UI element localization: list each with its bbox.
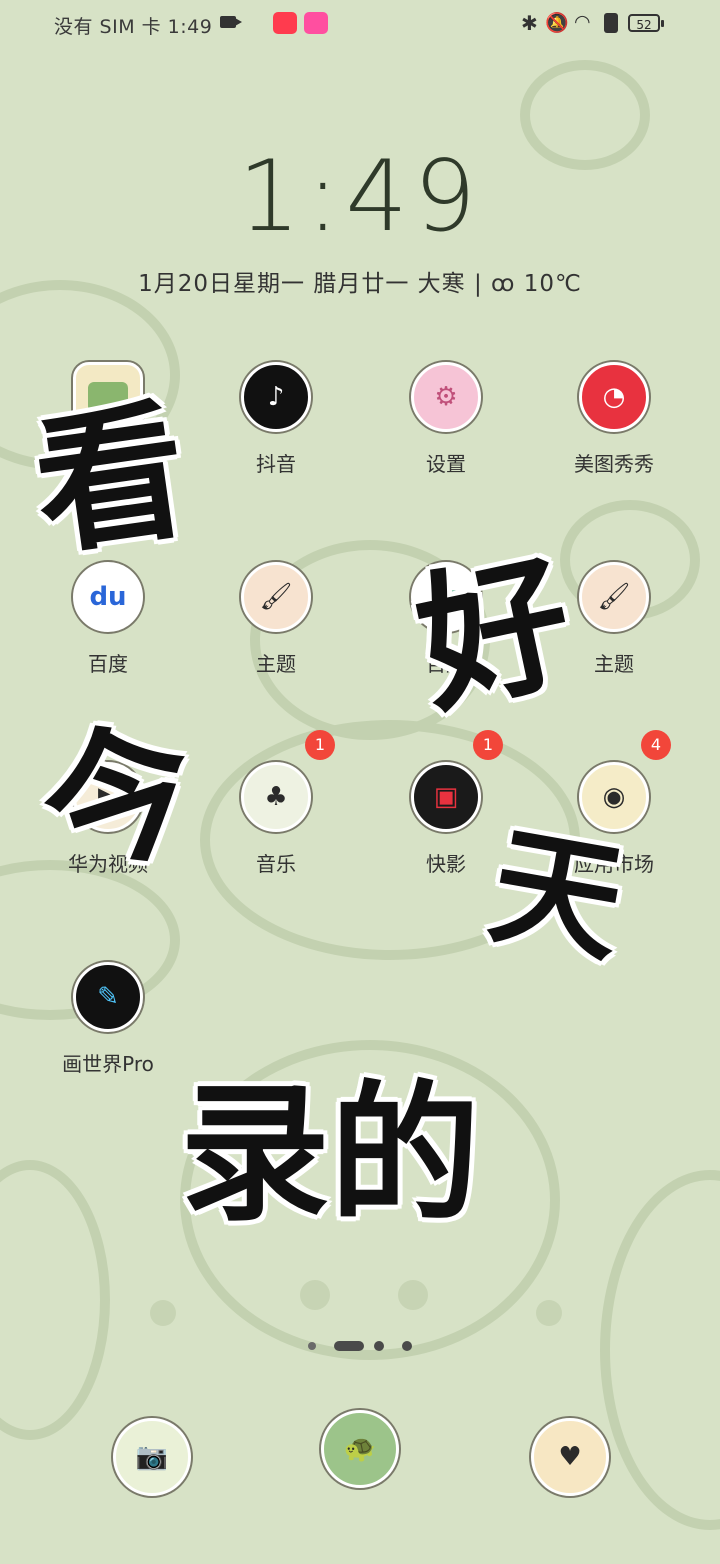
app-douyin[interactable]: ♪ 抖音 [206, 362, 346, 477]
carrier-time: 没有 SIM 卡 1:49 [54, 16, 213, 38]
kuaiying-icon: ▣ [411, 762, 481, 832]
app-meitu[interactable]: ◔ 美图秀秀 [544, 362, 684, 477]
mute-bell-icon: 🔕 [545, 12, 569, 34]
app-label: 画世界Pro [62, 1052, 154, 1076]
settings-icon: ⚙ [411, 362, 481, 432]
theme-brush-icon: 🖌 [241, 562, 311, 632]
turtle-icon: 🐢 [321, 1410, 399, 1488]
page-dot [374, 1341, 384, 1351]
battery-icon: 52 [628, 14, 664, 32]
app-label: 音乐 [256, 852, 296, 876]
camera-frog-icon: 📷 [113, 1418, 191, 1496]
meitu-icon: ◔ [579, 362, 649, 432]
overlay-char-kan: 看 [24, 383, 198, 577]
music-icon: ♣ [241, 762, 311, 832]
overlay-text-lude: 录的 [180, 1068, 481, 1242]
notification-badge: 1 [305, 730, 335, 760]
lock-icon [604, 13, 618, 33]
app-theme[interactable]: 🖌 主题 [206, 562, 346, 677]
notification-badge: 1 [473, 730, 503, 760]
dock-camera-heart[interactable]: ♥ [500, 1418, 640, 1496]
app-label: 设置 [426, 452, 466, 476]
dock-turtle[interactable]: 🐢 [290, 1410, 430, 1488]
notification-app-icon [304, 12, 328, 34]
bluetooth-icon: ✱ [521, 11, 538, 35]
page-dot-search [308, 1342, 316, 1350]
clock-time[interactable]: 1:49 [0, 142, 720, 252]
baidu-icon: du [73, 562, 143, 632]
app-huashijie-pro[interactable]: ✎ 画世界Pro [38, 962, 178, 1077]
app-market-icon: ◉ [579, 762, 649, 832]
notification-badge: 4 [641, 730, 671, 760]
app-music[interactable]: ♣ 音乐 1 [206, 730, 346, 877]
app-label: 主题 [256, 652, 296, 676]
douyin-icon: ♪ [241, 362, 311, 432]
app-label: 百度 [88, 652, 128, 676]
wifi-icon: ◠ [574, 11, 591, 33]
screen-record-icon [220, 16, 242, 28]
app-baidu[interactable]: du 百度 [38, 562, 178, 677]
app-label: 美图秀秀 [574, 452, 654, 476]
app-label: 抖音 [256, 452, 296, 476]
page-dot [402, 1341, 412, 1351]
page-dot-active [334, 1341, 364, 1351]
camera-heart-icon: ♥ [531, 1418, 609, 1496]
overlay-char-hao: 好 [403, 534, 587, 736]
painting-brush-icon: ✎ [73, 962, 143, 1032]
app-kuaiying[interactable]: ▣ 快影 1 [376, 730, 516, 877]
theme-brush-icon: 🖌 [579, 562, 649, 632]
overlay-char-tian: 天 [479, 808, 635, 982]
dock-camera[interactable]: 📷 [82, 1418, 222, 1496]
date-weather[interactable]: 1月20日星期一 腊月廿一 大寒 | ꝏ 10℃ [0, 264, 720, 298]
notification-app-icon [273, 12, 297, 34]
status-bar: 没有 SIM 卡 1:49 ✱ 🔕 ◠ 52 [0, 0, 720, 50]
app-settings[interactable]: ⚙ 设置 [376, 362, 516, 477]
